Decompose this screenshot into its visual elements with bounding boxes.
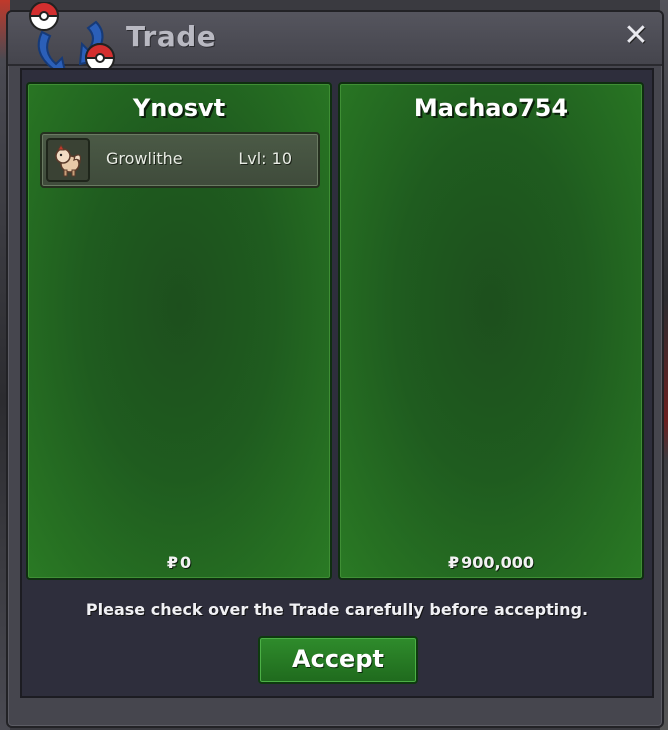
player-name-left: Ynosvt — [132, 94, 226, 122]
money-right: ₽900,000 — [340, 553, 642, 572]
trade-panel-right: Machao754 ₽900,000 — [338, 82, 644, 580]
close-button[interactable]: ✕ — [620, 20, 652, 52]
accept-button[interactable]: Accept — [258, 636, 418, 684]
trade-panel-left: Ynosvt Growlithe Lvl: 10 ₽ 0 — [26, 82, 332, 580]
player-name-right: Machao754 — [413, 94, 569, 122]
trade-window: Trade ✕ Ynosvt Growlithe Lvl: 10 ₽ 0 Mac… — [6, 2, 664, 728]
money-left: ₽0 — [28, 553, 330, 572]
window-title: Trade — [126, 20, 217, 53]
currency-symbol: ₽ — [166, 553, 178, 572]
item-level: Lvl: 10 — [238, 149, 292, 168]
money-amount-left: 0 — [180, 553, 192, 572]
money-amount-right: 900,000 — [461, 553, 534, 572]
item-name: Growlithe — [106, 149, 183, 168]
trade-notice: Please check over the Trade carefully be… — [85, 600, 589, 619]
currency-symbol: ₽ — [447, 553, 460, 572]
trade-item-row[interactable]: Growlithe Lvl: 10 — [40, 132, 320, 188]
growlithe-sprite-icon — [46, 138, 90, 182]
trade-content: Ynosvt Growlithe Lvl: 10 ₽ 0 Machao754 ₽… — [20, 68, 654, 698]
